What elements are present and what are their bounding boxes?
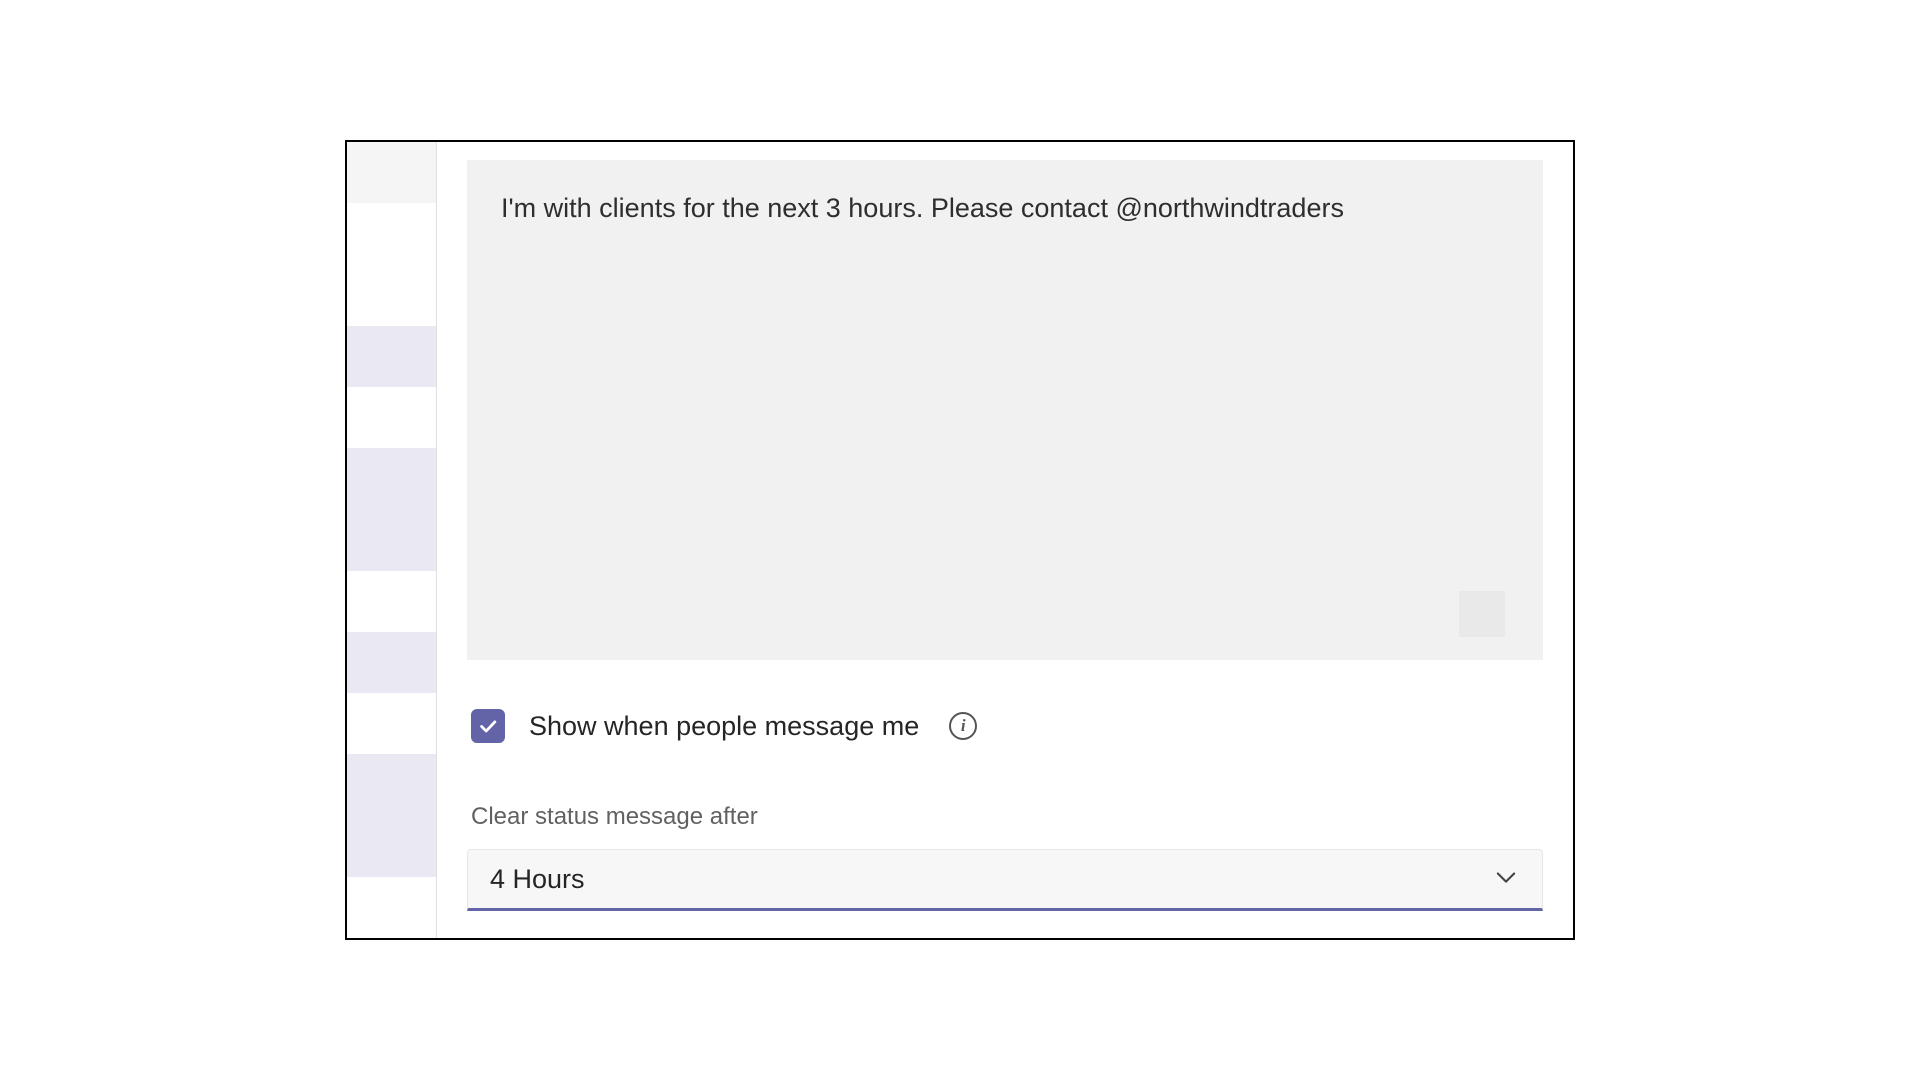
status-message-input[interactable] bbox=[467, 160, 1543, 660]
show-when-messaged-checkbox[interactable] bbox=[471, 709, 505, 743]
sidebar-row bbox=[347, 632, 436, 693]
sidebar-row bbox=[347, 754, 436, 815]
sidebar-row bbox=[347, 877, 436, 938]
status-dialog-frame: Show when people message me i Clear stat… bbox=[345, 140, 1575, 940]
sidebar-row bbox=[347, 142, 436, 203]
sidebar-row bbox=[347, 264, 436, 325]
sidebar-row bbox=[347, 326, 436, 387]
info-icon[interactable]: i bbox=[949, 712, 977, 740]
sidebar-row bbox=[347, 816, 436, 877]
sidebar-strip bbox=[347, 142, 437, 938]
resize-handle-icon bbox=[1459, 591, 1505, 637]
status-panel: Show when people message me i Clear stat… bbox=[437, 142, 1573, 938]
chevron-down-icon bbox=[1492, 863, 1520, 896]
sidebar-row bbox=[347, 203, 436, 264]
clear-after-dropdown[interactable]: 4 Hours bbox=[467, 849, 1543, 911]
sidebar-row bbox=[347, 571, 436, 632]
show-when-messaged-row: Show when people message me i bbox=[467, 709, 1543, 743]
checkmark-icon bbox=[477, 715, 499, 737]
clear-after-selected-value: 4 Hours bbox=[490, 864, 585, 895]
sidebar-row bbox=[347, 448, 436, 509]
clear-after-label: Clear status message after bbox=[467, 803, 1543, 831]
sidebar-row bbox=[347, 693, 436, 754]
sidebar-row bbox=[347, 509, 436, 570]
sidebar-row bbox=[347, 387, 436, 448]
show-when-messaged-label: Show when people message me bbox=[529, 711, 919, 742]
